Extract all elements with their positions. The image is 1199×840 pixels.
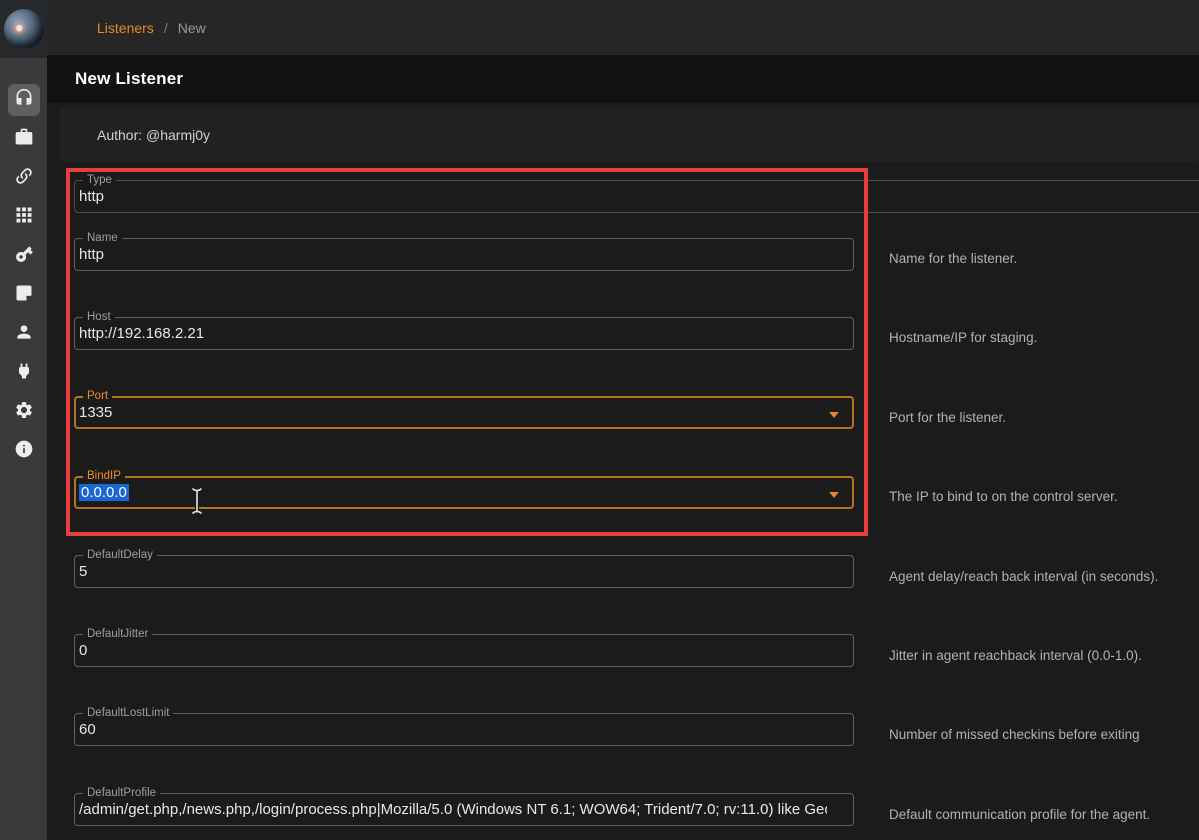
sidebar-item-briefcase[interactable] [8,123,40,155]
name-field-value: http [79,246,827,263]
defaultjitter-field[interactable]: DefaultJitter 0 [74,634,854,667]
defaultjitter-field-value: 0 [79,642,827,659]
plug-icon [14,361,34,386]
bindip-dropdown-caret-icon[interactable] [829,492,839,498]
gear-icon [14,400,34,425]
port-field-description: Port for the listener. [889,410,1006,425]
host-field-description: Hostname/IP for staging. [889,330,1037,345]
app-logo[interactable] [0,0,47,58]
author-card: Author: @harmj0y [60,107,1199,162]
sidebar [0,0,47,840]
page-title-bar: New Listener [47,55,1199,103]
port-field-value: 1335 [79,404,826,421]
type-field-label: Type [83,174,116,187]
sidebar-item-plug[interactable] [8,357,40,389]
breadcrumb-separator: / [164,20,168,36]
sidebar-item-gear[interactable] [8,396,40,428]
host-field-value: http://192.168.2.21 [79,325,827,342]
sidebar-item-key[interactable] [8,240,40,272]
sidebar-item-headset[interactable] [8,84,40,116]
defaultlostlimit-field[interactable]: DefaultLostLimit 60 [74,713,854,746]
defaultprofile-field-description: Default communication profile for the ag… [889,807,1150,822]
top-app-bar: Listeners / New [47,0,1199,55]
port-field[interactable]: Port 1335 [74,396,854,429]
defaultdelay-field[interactable]: DefaultDelay 5 [74,555,854,588]
bindip-field[interactable]: BindIP 0.0.0.0 [74,476,854,509]
starkiller-sphere-logo-icon [4,9,44,49]
briefcase-icon [14,127,34,152]
host-field-label: Host [83,311,115,324]
defaultjitter-field-description: Jitter in agent reachback interval (0.0-… [889,648,1142,663]
key-icon [14,244,34,269]
sidebar-item-person[interactable] [8,318,40,350]
defaultjitter-field-label: DefaultJitter [83,628,152,641]
breadcrumb-new: New [178,20,206,36]
name-field[interactable]: Name http [74,238,854,271]
defaultlostlimit-field-value: 60 [79,721,827,738]
grid-icon [14,205,34,230]
breadcrumb-listeners[interactable]: Listeners [97,20,154,36]
host-field[interactable]: Host http://192.168.2.21 [74,317,854,350]
sidebar-item-note[interactable] [8,279,40,311]
name-field-description: Name for the listener. [889,251,1017,266]
sidebar-item-grid[interactable] [8,201,40,233]
defaultdelay-field-description: Agent delay/reach back interval (in seco… [889,569,1158,584]
sidebar-item-link[interactable] [8,162,40,194]
name-field-label: Name [83,232,122,245]
page-title: New Listener [75,69,183,89]
headset-icon [14,88,34,113]
bindip-field-label: BindIP [83,470,125,483]
port-field-label: Port [83,390,112,403]
author-line: Author: @harmj0y [97,127,210,143]
note-icon [14,283,34,308]
defaultlostlimit-field-description: Number of missed checkins before exiting [889,727,1140,742]
defaultprofile-field-label: DefaultProfile [83,787,160,800]
bindip-selected-text: 0.0.0.0 [79,484,129,501]
defaultprofile-field-value: /admin/get.php,/news.php,/login/process.… [79,801,827,818]
defaultdelay-field-label: DefaultDelay [83,549,157,562]
defaultlostlimit-field-label: DefaultLostLimit [83,707,173,720]
defaultdelay-field-value: 5 [79,563,827,580]
sidebar-nav [0,58,47,474]
type-field[interactable]: Type http [74,180,1199,213]
info-icon [14,439,34,464]
bindip-field-value: 0.0.0.0 [79,484,826,501]
defaultprofile-field[interactable]: DefaultProfile /admin/get.php,/news.php,… [74,793,854,826]
type-field-value: http [79,188,1176,205]
person-icon [14,322,34,347]
bindip-field-description: The IP to bind to on the control server. [889,489,1118,504]
port-dropdown-caret-icon[interactable] [829,412,839,418]
link-icon [14,166,34,191]
sidebar-item-info[interactable] [8,435,40,467]
